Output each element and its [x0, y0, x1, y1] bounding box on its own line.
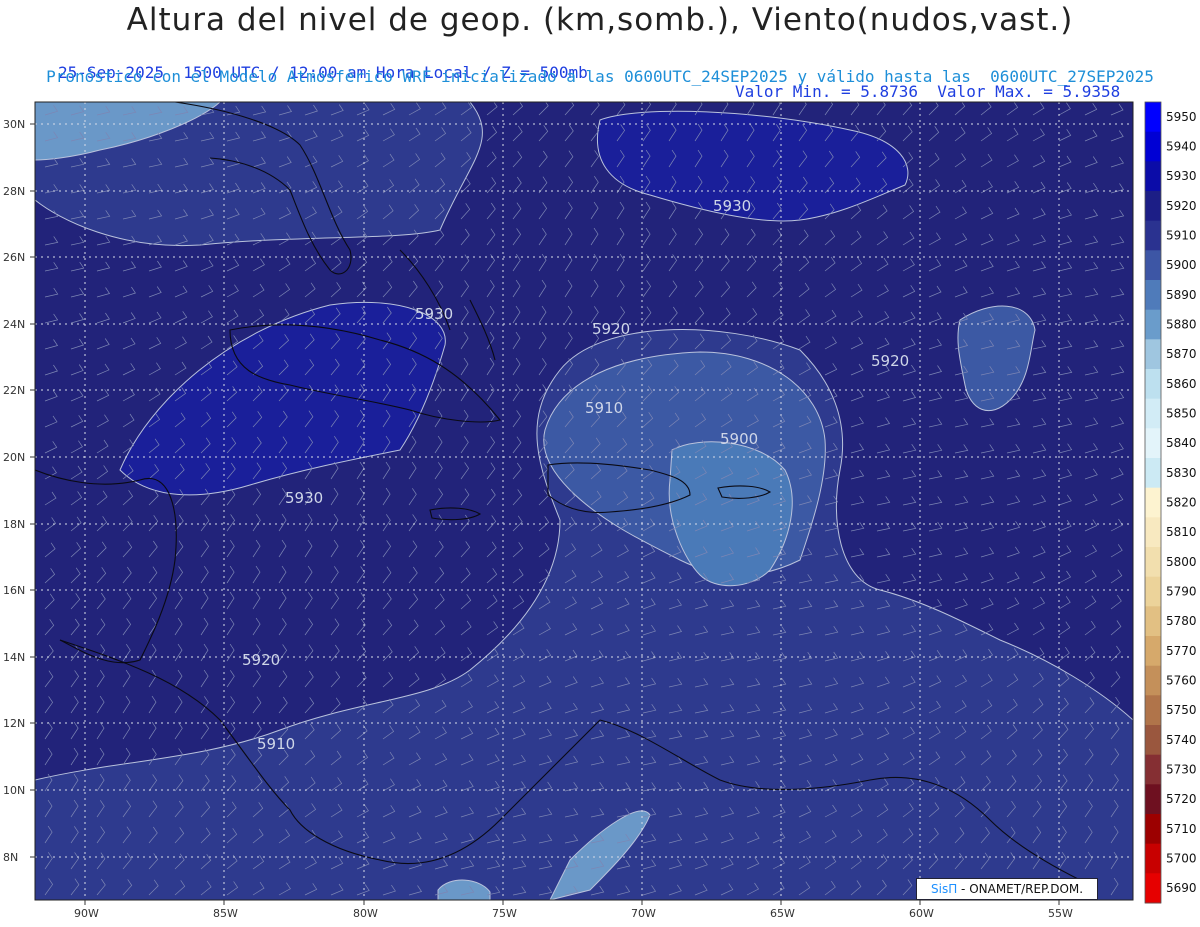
colorbar-label: 5890 [1166, 288, 1197, 302]
colorbar-swatch [1145, 102, 1161, 133]
colorbar-label: 5850 [1166, 407, 1197, 421]
contour-label: 5910 [257, 735, 295, 753]
lon-label: 85W [213, 907, 238, 920]
colorbar-label: 5690 [1166, 881, 1197, 895]
lon-label: 70W [631, 907, 656, 920]
contour-label: 5920 [592, 320, 630, 338]
colorbar-swatch [1145, 280, 1161, 311]
longitude-labels: 90W 85W 80W 75W 70W 65W 60W 55W [74, 900, 1073, 920]
contour-label: 5920 [871, 352, 909, 370]
colorbar-swatch [1145, 695, 1161, 726]
colorbar-label: 5810 [1166, 525, 1197, 539]
lat-label: 16N [3, 584, 25, 597]
lon-label: 75W [492, 907, 517, 920]
colorbar-label: 5880 [1166, 318, 1197, 332]
lat-label: 12N [3, 717, 25, 730]
colorbar-label: 5750 [1166, 703, 1197, 717]
lon-label: 60W [909, 907, 934, 920]
colorbar-swatch [1145, 191, 1161, 222]
colorbar-swatch [1145, 784, 1161, 815]
lat-label: 20N [3, 451, 25, 464]
colorbar-swatch [1145, 725, 1161, 756]
map-area [35, 102, 1133, 900]
colorbar-swatch [1145, 576, 1161, 607]
colorbar-label: 5940 [1166, 140, 1197, 154]
colorbar-label: 5870 [1166, 347, 1197, 361]
colorbar-swatch [1145, 220, 1161, 251]
colorbar-label: 5770 [1166, 644, 1197, 658]
contour-label: 5930 [713, 197, 751, 215]
colorbar-swatch [1145, 547, 1161, 578]
colorbar-label: 5790 [1166, 585, 1197, 599]
colorbar-swatch [1145, 754, 1161, 785]
colorbar-label: 5740 [1166, 733, 1197, 747]
lat-label: 18N [3, 518, 25, 531]
colorbar-label: 5800 [1166, 555, 1197, 569]
colorbar-label: 5840 [1166, 436, 1197, 450]
colorbar-swatch [1145, 636, 1161, 667]
agency-logo: SisΠ - ONAMET/REP.DOM. [916, 878, 1098, 900]
latitude-labels: 30N 28N 26N 24N 22N 20N 18N 16N 14N 12N 10N 8N [3, 118, 35, 864]
colorbar-label: 5730 [1166, 763, 1197, 777]
lat-label: 28N [3, 185, 25, 198]
colorbar-label: 5930 [1166, 169, 1197, 183]
colorbar-label: 5860 [1166, 377, 1197, 391]
colorbar-swatch [1145, 339, 1161, 370]
colorbar-swatch [1145, 428, 1161, 459]
colorbar-swatch [1145, 665, 1161, 696]
colorbar-label: 5950 [1166, 110, 1197, 124]
contour-label: 5900 [720, 430, 758, 448]
colorbar-label: 5830 [1166, 466, 1197, 480]
lat-label: 8N [3, 851, 18, 864]
lat-label: 26N [3, 251, 25, 264]
colorbar-swatch [1145, 843, 1161, 874]
colorbar-label: 5910 [1166, 229, 1197, 243]
lat-label: 24N [3, 318, 25, 331]
colorbar-swatch [1145, 398, 1161, 429]
colorbar-swatch [1145, 250, 1161, 281]
colorbar-swatch [1145, 814, 1161, 845]
colorbar-label: 5920 [1166, 199, 1197, 213]
colorbar: 5950 5940 5930 5920 5910 5900 5890 5880 5870 5860… [1144, 101, 1197, 904]
colorbar-label: 5780 [1166, 614, 1197, 628]
contour-label: 5920 [242, 651, 280, 669]
lon-label: 65W [770, 907, 795, 920]
colorbar-swatch [1145, 873, 1161, 904]
colorbar-label: 5760 [1166, 674, 1197, 688]
colorbar-swatch [1145, 606, 1161, 637]
colorbar-swatch [1145, 517, 1161, 548]
colorbar-swatch [1145, 458, 1161, 489]
colorbar-swatch [1145, 487, 1161, 518]
colorbar-swatch [1145, 369, 1161, 400]
colorbar-label: 5900 [1166, 258, 1197, 272]
logo-brand: SisΠ [931, 882, 958, 896]
lat-label: 30N [3, 118, 25, 131]
lat-label: 22N [3, 384, 25, 397]
colorbar-label: 5710 [1166, 822, 1197, 836]
colorbar-label: 5720 [1166, 792, 1197, 806]
contour-label: 5930 [285, 489, 323, 507]
lat-label: 10N [3, 784, 25, 797]
lon-label: 80W [353, 907, 378, 920]
lon-label: 55W [1048, 907, 1073, 920]
contour-label: 5930 [415, 305, 453, 323]
colorbar-swatch [1145, 309, 1161, 340]
colorbar-swatch [1145, 131, 1161, 162]
contour-label: 5910 [585, 399, 623, 417]
map-figure: 5930 5930 5930 5920 5920 5920 5910 5910 5900 30N… [3, 101, 1197, 920]
lon-label: 90W [74, 907, 99, 920]
colorbar-swatch [1145, 161, 1161, 192]
colorbar-label: 5700 [1166, 852, 1197, 866]
lat-label: 14N [3, 651, 25, 664]
logo-org: - ONAMET/REP.DOM. [957, 882, 1084, 896]
colorbar-label: 5820 [1166, 496, 1197, 510]
